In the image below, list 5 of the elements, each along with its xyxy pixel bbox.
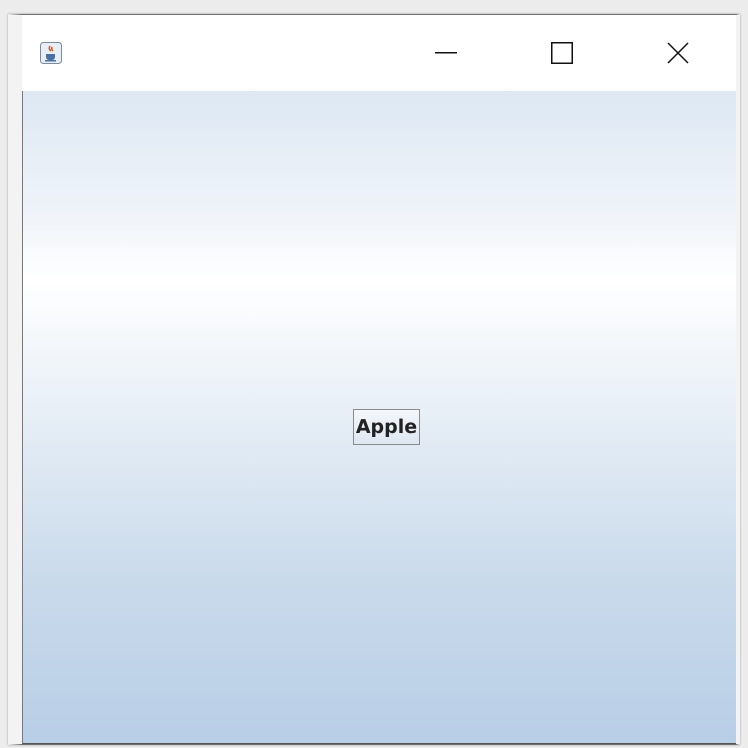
maximize-icon xyxy=(551,42,573,64)
close-icon xyxy=(667,42,689,64)
minimize-icon xyxy=(435,52,457,54)
coffee-cup-icon xyxy=(40,42,62,64)
apple-button[interactable]: Apple xyxy=(352,409,420,445)
